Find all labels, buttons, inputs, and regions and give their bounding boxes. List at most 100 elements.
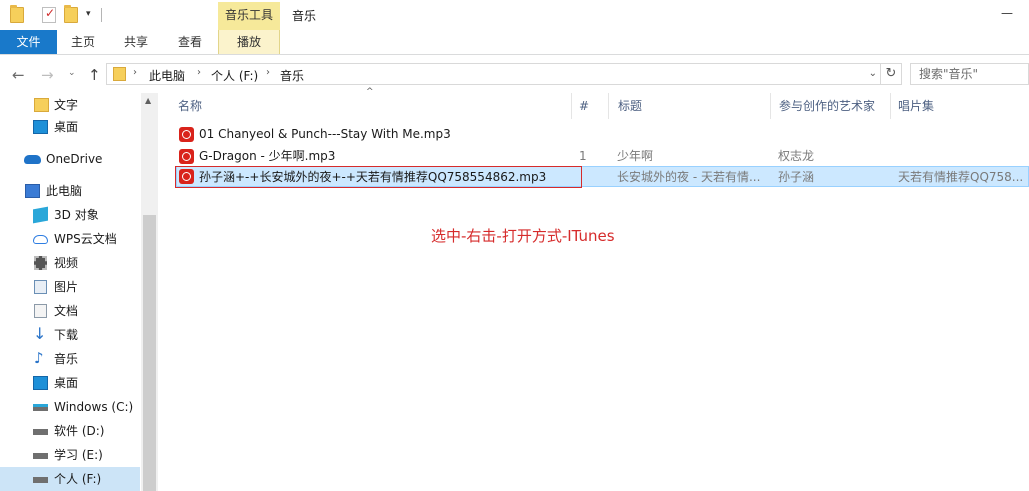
quick-access-dropdown-icon[interactable]: ▾ [86,9,91,19]
sidebar-item-label: 音乐 [54,352,79,366]
sidebar-item-music[interactable]: ♪ 音乐 [0,347,140,371]
breadcrumb-this-pc[interactable]: 此电脑 [149,67,185,84]
sidebar-item-drive-d[interactable]: 软件 (D:) [0,419,140,443]
tab-play[interactable]: 播放 [218,30,280,54]
file-row[interactable]: G-Dragon - 少年啊.mp3 1 少年啊 权志龙 [176,146,1029,167]
file-name: G-Dragon - 少年啊.mp3 [199,149,336,163]
file-artist: 权志龙 [778,149,815,163]
back-arrow-icon[interactable]: ← [12,66,25,84]
sidebar-item-label: Windows (C:) [54,400,134,414]
sidebar-item-label: OneDrive [46,152,103,166]
forward-arrow-icon[interactable]: → [41,66,54,84]
sidebar-item-label: 文字 [54,98,79,112]
new-folder-icon[interactable] [64,5,78,23]
file-artist: 孙子涵 [778,170,815,184]
onedrive-icon [24,155,41,164]
pictures-icon [34,280,47,294]
tab-view[interactable]: 查看 [163,30,217,54]
wps-cloud-icon [33,235,48,244]
tab-share[interactable]: 共享 [109,30,163,54]
sidebar-item-desktop[interactable]: 桌面 [0,115,140,139]
sidebar-item-label: 3D 对象 [54,208,99,222]
breadcrumb-separator-icon[interactable]: › [133,67,137,78]
downloads-icon: ↓ [33,324,47,343]
3d-objects-icon [33,206,48,224]
annotation-highlight-box [175,166,582,188]
sidebar-item-drive-f[interactable]: 个人 (F:) [0,467,140,491]
sidebar-item-label: 个人 (F:) [54,472,102,486]
properties-check-icon[interactable] [42,6,56,23]
sidebar-item-documents[interactable]: 文档 [0,299,140,323]
sidebar-item-3d-objects[interactable]: 3D 对象 [0,203,140,227]
file-name: 01 Chanyeol & Punch---Stay With Me.mp3 [199,127,451,141]
video-icon [34,256,47,270]
sidebar-item-downloads[interactable]: ↓ 下载 [0,323,140,347]
file-title: 长安城外的夜 - 天若有情... [617,170,761,184]
sidebar-item-videos[interactable]: 视频 [0,251,140,275]
file-row[interactable]: 01 Chanyeol & Punch---Stay With Me.mp3 [176,124,1029,145]
sidebar-item-drive-e[interactable]: 学习 (E:) [0,443,140,467]
file-album: 天若有情推荐QQ758... [898,170,1024,184]
up-arrow-icon[interactable]: ↑ [88,66,101,84]
drive-icon [33,477,48,483]
sidebar-item-label: WPS云文档 [54,232,117,246]
scrollbar-thumb[interactable] [143,215,156,491]
sidebar-item-label: 文档 [54,304,79,318]
context-tab-group-label: 音乐工具 [218,2,280,30]
file-track-number: 1 [579,149,587,163]
sidebar-item-onedrive[interactable]: OneDrive [0,147,140,171]
desktop-icon [33,376,48,390]
title-bar: ▾ 音乐工具 音乐 — [0,0,1029,30]
column-divider[interactable] [571,93,572,119]
folder-icon [34,98,49,112]
minimize-icon[interactable]: — [1001,6,1013,20]
column-header-name[interactable]: 名称 [178,93,202,119]
sidebar-item-label: 此电脑 [46,184,83,198]
column-header-track[interactable]: # [579,93,589,119]
refresh-icon[interactable]: ↻ [880,63,902,85]
address-bar[interactable]: › 此电脑 › 个人 (F:) › 音乐 ⌄ [106,63,882,85]
sidebar-item-pictures[interactable]: 图片 [0,275,140,299]
column-divider[interactable] [890,93,891,119]
sidebar-item-label: 桌面 [54,120,79,134]
search-input[interactable]: 搜索"音乐" [910,63,1029,85]
sidebar-scrollbar[interactable]: ▲ [141,93,158,491]
navigation-bar: ← → ⌄ ↑ › 此电脑 › 个人 (F:) › 音乐 ⌄ ↻ 搜索"音乐" [0,55,1029,93]
column-divider[interactable] [770,93,771,119]
desktop-icon [33,120,48,134]
sidebar-item-label: 软件 (D:) [54,424,105,438]
netease-music-file-icon [179,149,194,164]
navigation-pane: 文字 桌面 OneDrive 此电脑 3D 对象 WPS云文档 视频 图片 文档… [0,93,158,491]
address-history-dropdown-icon[interactable]: ⌄ [869,68,877,79]
sidebar-item-label: 视频 [54,256,79,270]
drive-c-icon [33,404,48,411]
tab-file[interactable]: 文件 [0,30,57,54]
music-icon: ♪ [34,349,44,367]
netease-music-file-icon [179,127,194,142]
sidebar-item-desktop[interactable]: 桌面 [0,371,140,395]
breadcrumb-separator-icon[interactable]: › [197,67,201,78]
sidebar-item-text-folder[interactable]: 文字 [0,93,140,117]
file-title: 少年啊 [617,149,654,163]
column-divider[interactable] [608,93,609,119]
breadcrumb-music[interactable]: 音乐 [280,67,304,84]
sidebar-item-wps-cloud[interactable]: WPS云文档 [0,227,140,251]
sidebar-item-label: 学习 (E:) [54,448,103,462]
folder-icon[interactable] [10,5,24,23]
column-header-album[interactable]: 唱片集 [898,93,934,119]
documents-icon [34,304,47,318]
column-header-title[interactable]: 标题 [618,93,642,119]
sidebar-item-label: 桌面 [54,376,79,390]
folder-icon [113,67,126,81]
breadcrumb-drive-f[interactable]: 个人 (F:) [211,67,258,84]
column-header-artist[interactable]: 参与创作的艺术家 [779,93,875,119]
tab-home[interactable]: 主页 [57,30,109,54]
computer-icon [25,184,40,198]
recent-locations-chevron-icon[interactable]: ⌄ [68,68,76,78]
sidebar-item-this-pc[interactable]: 此电脑 [0,179,140,203]
quick-access-divider [101,8,102,22]
ribbon-tabs: 文件 主页 共享 查看 播放 [0,30,1029,55]
breadcrumb-separator-icon[interactable]: › [266,67,270,78]
sidebar-item-drive-c[interactable]: Windows (C:) [0,395,140,419]
scroll-up-arrow-icon[interactable]: ▲ [145,96,151,105]
